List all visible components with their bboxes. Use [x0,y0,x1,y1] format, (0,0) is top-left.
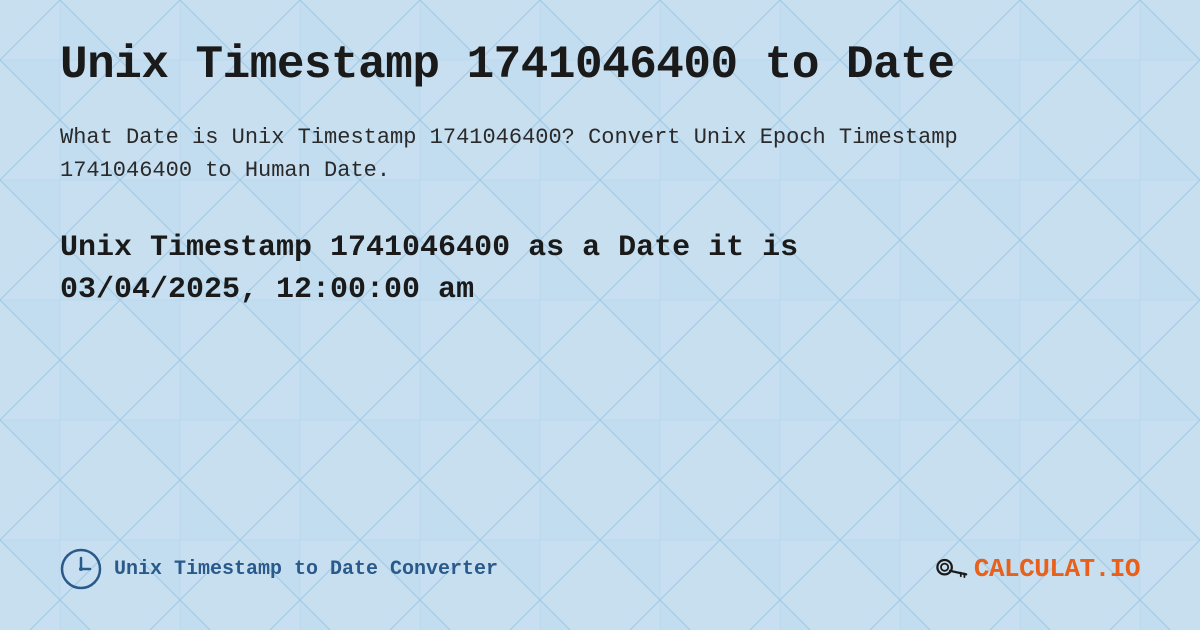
logo-text-part2: IO [1110,554,1140,584]
logo-area: CALCULAT.IO [932,551,1140,587]
footer-link-text[interactable]: Unix Timestamp to Date Converter [114,558,498,581]
footer: Unix Timestamp to Date Converter CALCULA… [60,528,1140,590]
result-text: Unix Timestamp 1741046400 as a Date it i… [60,227,1140,311]
logo-text-part1: CALCULAT [974,554,1095,584]
clock-icon [60,548,102,590]
result-line2: 03/04/2025, 12:00:00 am [60,273,474,307]
description-text: What Date is Unix Timestamp 1741046400? … [60,121,960,187]
logo-text: CALCULAT.IO [974,554,1140,584]
logo-dot: . [1095,554,1110,584]
page-title: Unix Timestamp 1741046400 to Date [60,40,1140,91]
key-icon [932,551,968,587]
footer-left: Unix Timestamp to Date Converter [60,548,498,590]
result-section: Unix Timestamp 1741046400 as a Date it i… [60,227,1140,311]
result-line1: Unix Timestamp 1741046400 as a Date it i… [60,231,798,265]
